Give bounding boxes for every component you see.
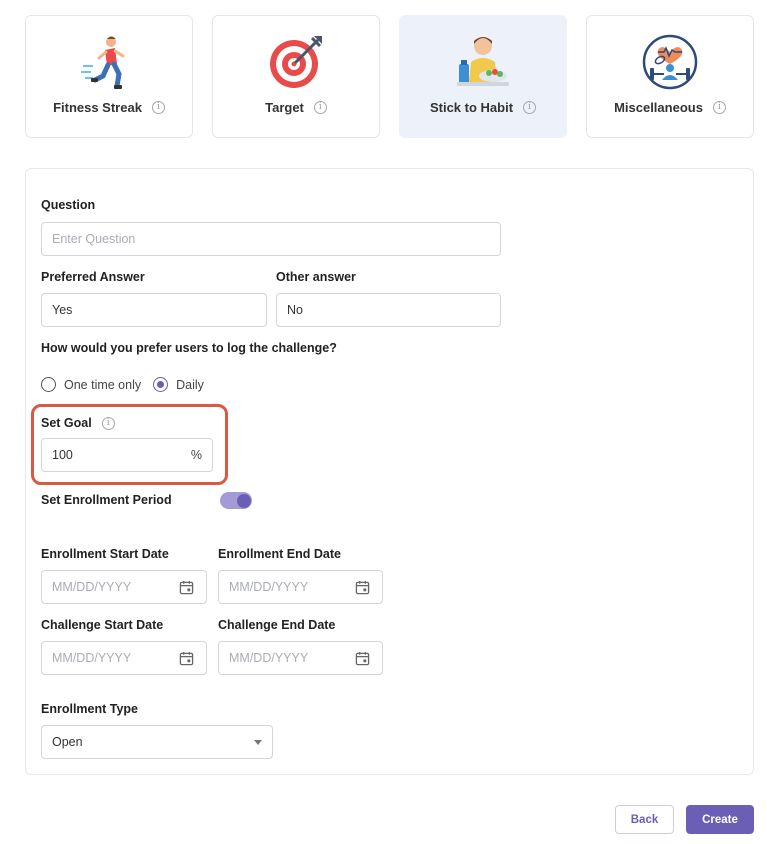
runner-icon [81, 36, 125, 89]
set-goal-label: Set Goal [41, 416, 92, 430]
set-goal-label-row: Set Goal i [41, 416, 115, 430]
question-label: Question [41, 198, 96, 212]
enrollment-period-toggle[interactable] [220, 492, 252, 509]
preferred-answer-label: Preferred Answer [41, 270, 145, 284]
category-label: Target [265, 100, 304, 115]
challenge-start-label: Challenge Start Date [41, 618, 164, 632]
question-input[interactable]: Enter Question [41, 222, 501, 256]
fitness-misc-icon [642, 34, 698, 90]
radio-one-time-only-label[interactable]: One time only [64, 378, 141, 392]
enrollment-type-label: Enrollment Type [41, 702, 139, 716]
chevron-down-icon[interactable] [254, 739, 262, 745]
calendar-icon[interactable] [179, 580, 194, 595]
radio-daily[interactable] [153, 377, 169, 392]
enrollment-end-label: Enrollment End Date [218, 547, 341, 561]
create-button[interactable]: Create [686, 805, 754, 834]
question-placeholder: Enter Question [52, 232, 136, 246]
category-label: Stick to Habit [429, 100, 514, 115]
create-challenge-page: Fitness Streak i Target i Stick to Habit… [0, 0, 767, 844]
back-button[interactable]: Back [615, 805, 674, 834]
preferred-answer-input[interactable]: Yes [41, 293, 267, 327]
set-goal-value: 100 [52, 448, 73, 462]
toggle-knob [237, 493, 251, 508]
challenge-start-date-input[interactable]: MM/DD/YYYY [41, 641, 207, 675]
calendar-icon[interactable] [355, 651, 370, 666]
enrollment-period-label: Set Enrollment Period [41, 493, 172, 507]
category-card-target[interactable]: Target i [212, 15, 380, 138]
date-placeholder: MM/DD/YYYY [52, 580, 132, 594]
calendar-icon[interactable] [179, 651, 194, 666]
other-answer-input[interactable]: No [276, 293, 501, 327]
category-card-stick-to-habit[interactable]: Stick to Habit i [399, 15, 567, 138]
percent-unit: % [190, 448, 202, 462]
challenge-end-label: Challenge End Date [218, 618, 336, 632]
info-icon[interactable]: i [151, 101, 165, 114]
calendar-icon[interactable] [355, 580, 370, 595]
category-label: Fitness Streak [53, 100, 142, 115]
set-goal-input[interactable]: 100 % [41, 438, 213, 472]
enrollment-type-value: Open [52, 735, 83, 749]
date-placeholder: MM/DD/YYYY [229, 651, 309, 665]
category-card-miscellaneous[interactable]: Miscellaneous i [586, 15, 754, 138]
enrollment-start-date-input[interactable]: MM/DD/YYYY [41, 570, 207, 604]
enrollment-type-select[interactable]: Open [41, 725, 273, 759]
challenge-end-date-input[interactable]: MM/DD/YYYY [218, 641, 383, 675]
info-icon[interactable]: i [101, 416, 115, 430]
enrollment-start-label: Enrollment Start Date [41, 547, 169, 561]
habit-icon [457, 37, 509, 86]
preferred-answer-value: Yes [52, 303, 73, 317]
radio-one-time-only[interactable] [41, 377, 56, 392]
enrollment-end-date-input[interactable]: MM/DD/YYYY [218, 570, 383, 604]
other-answer-label: Other answer [276, 270, 356, 284]
log-method-radio-group: One time only Daily [41, 377, 204, 392]
category-label: Miscellaneous [614, 100, 703, 115]
info-icon[interactable]: i [523, 101, 537, 114]
date-placeholder: MM/DD/YYYY [229, 580, 309, 594]
info-icon[interactable]: i [712, 101, 726, 114]
category-card-fitness-streak[interactable]: Fitness Streak i [25, 15, 193, 138]
target-icon [270, 36, 322, 88]
log-method-label: How would you prefer users to log the ch… [41, 341, 337, 355]
other-answer-value: No [287, 303, 303, 317]
info-icon[interactable]: i [313, 101, 327, 114]
date-placeholder: MM/DD/YYYY [52, 651, 132, 665]
radio-daily-label[interactable]: Daily [176, 378, 204, 392]
